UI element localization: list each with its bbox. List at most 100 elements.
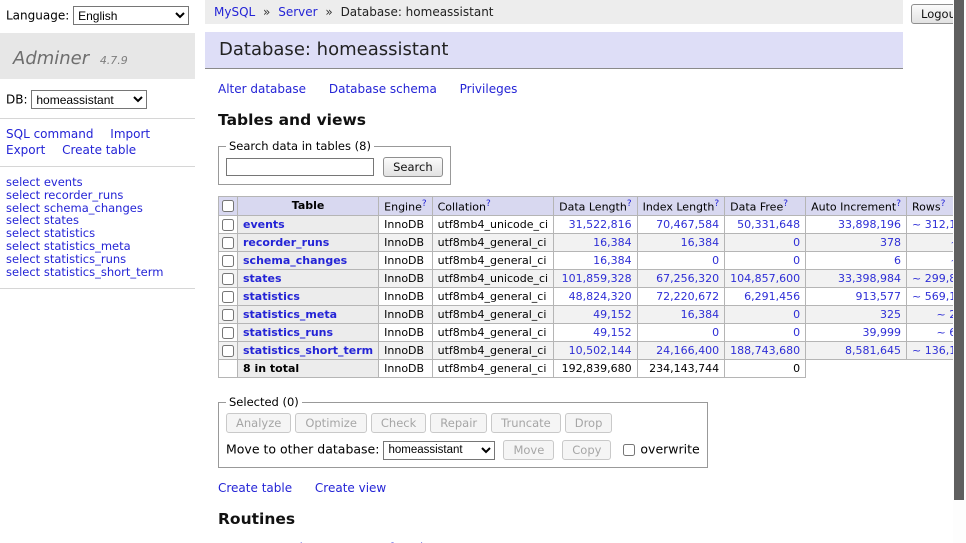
database-schema-link[interactable]: Database schema: [329, 82, 437, 96]
language-select[interactable]: English: [73, 6, 189, 25]
data-free-value[interactable]: 0: [793, 236, 800, 249]
row-checkbox[interactable]: [222, 273, 234, 285]
selected-action-truncate-button[interactable]: Truncate: [491, 413, 561, 433]
help-link[interactable]: ?: [783, 199, 788, 209]
table-link[interactable]: statistics_runs: [243, 326, 333, 339]
index-length-value[interactable]: 67,256,320: [656, 272, 719, 285]
table-row: statistics_short_termInnoDButf8mb4_gener…: [219, 342, 966, 360]
alter-database-link[interactable]: Alter database: [218, 82, 306, 96]
sidebar-link-export[interactable]: Export: [6, 143, 45, 157]
copy-button[interactable]: Copy: [562, 440, 611, 460]
collation-cell: utf8mb4_general_ci: [432, 234, 553, 252]
row-checkbox[interactable]: [222, 237, 234, 249]
table-link[interactable]: statistics_meta: [243, 308, 337, 321]
sidebar-link-import[interactable]: Import: [110, 127, 150, 141]
select-all-checkbox[interactable]: [222, 200, 234, 212]
selected-action-optimize-button[interactable]: Optimize: [295, 413, 367, 433]
auto-increment-cell: 8,581,645: [806, 342, 907, 360]
move-button[interactable]: Move: [503, 440, 554, 460]
row-checkbox[interactable]: [222, 345, 234, 357]
search-button[interactable]: Search: [383, 157, 443, 177]
help-link[interactable]: ?: [422, 199, 427, 209]
data-length-value[interactable]: 49,152: [593, 308, 632, 321]
scrollbar[interactable]: [953, 0, 966, 543]
auto-increment-cell: 378: [806, 234, 907, 252]
index-length-value[interactable]: 16,384: [681, 308, 720, 321]
data-length-value[interactable]: 16,384: [593, 236, 632, 249]
data-length-value[interactable]: 31,522,816: [569, 218, 632, 231]
auto-increment-value[interactable]: 913,577: [856, 290, 902, 303]
data-free-value[interactable]: 6,291,456: [744, 290, 800, 303]
table-link[interactable]: schema_changes: [243, 254, 347, 267]
auto-increment-value[interactable]: 33,898,196: [838, 218, 901, 231]
auto-increment-value[interactable]: 378: [880, 236, 901, 249]
auto-increment-value[interactable]: 39,999: [863, 326, 902, 339]
table-name-cell: events: [238, 216, 379, 234]
help-link[interactable]: ?: [941, 199, 946, 209]
index-length-value[interactable]: 0: [712, 326, 719, 339]
row-checkbox[interactable]: [222, 291, 234, 303]
total-empty-cell: [806, 360, 966, 378]
search-input[interactable]: [226, 158, 374, 176]
data-length-value[interactable]: 48,824,320: [569, 290, 632, 303]
table-total-row: 8 in total InnoDB utf8mb4_general_ci 192…: [219, 360, 966, 378]
overwrite-checkbox[interactable]: [623, 444, 635, 456]
data-free-value[interactable]: 188,743,680: [730, 344, 800, 357]
help-link[interactable]: ?: [486, 199, 491, 209]
data-free-value[interactable]: 0: [793, 326, 800, 339]
auto-increment-value[interactable]: 8,581,645: [845, 344, 901, 357]
index-length-value[interactable]: 16,384: [681, 236, 720, 249]
data-length-value[interactable]: 10,502,144: [569, 344, 632, 357]
help-link[interactable]: ?: [627, 199, 632, 209]
index-length-value[interactable]: 72,220,672: [656, 290, 719, 303]
create-table-link[interactable]: Create table: [218, 481, 292, 495]
data-length-value[interactable]: 101,859,328: [562, 272, 632, 285]
table-link[interactable]: statistics: [243, 290, 300, 303]
auto-increment-value[interactable]: 6: [894, 254, 901, 267]
row-checkbox[interactable]: [222, 327, 234, 339]
sidebar-link-sql-command[interactable]: SQL command: [6, 127, 93, 141]
selected-action-drop-button[interactable]: Drop: [565, 413, 613, 433]
privileges-link[interactable]: Privileges: [460, 82, 518, 96]
row-checkbox[interactable]: [222, 219, 234, 231]
scrollbar-thumb[interactable]: [954, 0, 964, 500]
sidebar-table-link[interactable]: select statistics_short_term: [6, 265, 163, 279]
breadcrumb-mysql-link[interactable]: MySQL: [214, 5, 255, 19]
auto-increment-value[interactable]: 33,398,984: [838, 272, 901, 285]
adminer-app: Language: English MySQL » Server » Datab…: [0, 0, 966, 543]
data-free-value[interactable]: 50,331,648: [737, 218, 800, 231]
table-link[interactable]: states: [243, 272, 282, 285]
table-link[interactable]: statistics_short_term: [243, 344, 373, 357]
data-free-value[interactable]: 0: [793, 254, 800, 267]
help-link[interactable]: ?: [896, 199, 901, 209]
data-free-value[interactable]: 104,857,600: [730, 272, 800, 285]
sidebar-link-create-table[interactable]: Create table: [62, 143, 136, 157]
breadcrumb-server-link[interactable]: Server: [278, 5, 317, 19]
total-collation-cell: utf8mb4_general_ci: [432, 360, 553, 378]
selected-action-repair-button[interactable]: Repair: [430, 413, 487, 433]
selected-action-analyze-button[interactable]: Analyze: [226, 413, 291, 433]
help-link[interactable]: ?: [714, 199, 719, 209]
app-name-link[interactable]: Adminer: [13, 48, 89, 69]
data-free-value[interactable]: 0: [793, 308, 800, 321]
index-length-value[interactable]: 24,166,400: [656, 344, 719, 357]
create-view-link[interactable]: Create view: [315, 481, 386, 495]
tables-and-views-heading: Tables and views: [218, 111, 903, 129]
selected-action-check-button[interactable]: Check: [371, 413, 426, 433]
row-checkbox-cell: [219, 342, 238, 360]
data-length-value[interactable]: 49,152: [593, 326, 632, 339]
index-length-value[interactable]: 0: [712, 254, 719, 267]
total-index-length-cell: 234,143,744: [637, 360, 725, 378]
row-checkbox[interactable]: [222, 309, 234, 321]
table-link[interactable]: events: [243, 218, 285, 231]
breadcrumb-separator: »: [325, 5, 332, 19]
collation-cell: utf8mb4_general_ci: [432, 288, 553, 306]
index-length-value[interactable]: 70,467,584: [656, 218, 719, 231]
move-row: Move to other database: homeassistant Mo…: [226, 440, 700, 460]
row-checkbox[interactable]: [222, 255, 234, 267]
auto-increment-value[interactable]: 325: [880, 308, 901, 321]
move-database-select[interactable]: homeassistant: [383, 441, 495, 460]
data-length-value[interactable]: 16,384: [593, 254, 632, 267]
table-link[interactable]: recorder_runs: [243, 236, 329, 249]
db-select[interactable]: homeassistant: [31, 90, 147, 109]
